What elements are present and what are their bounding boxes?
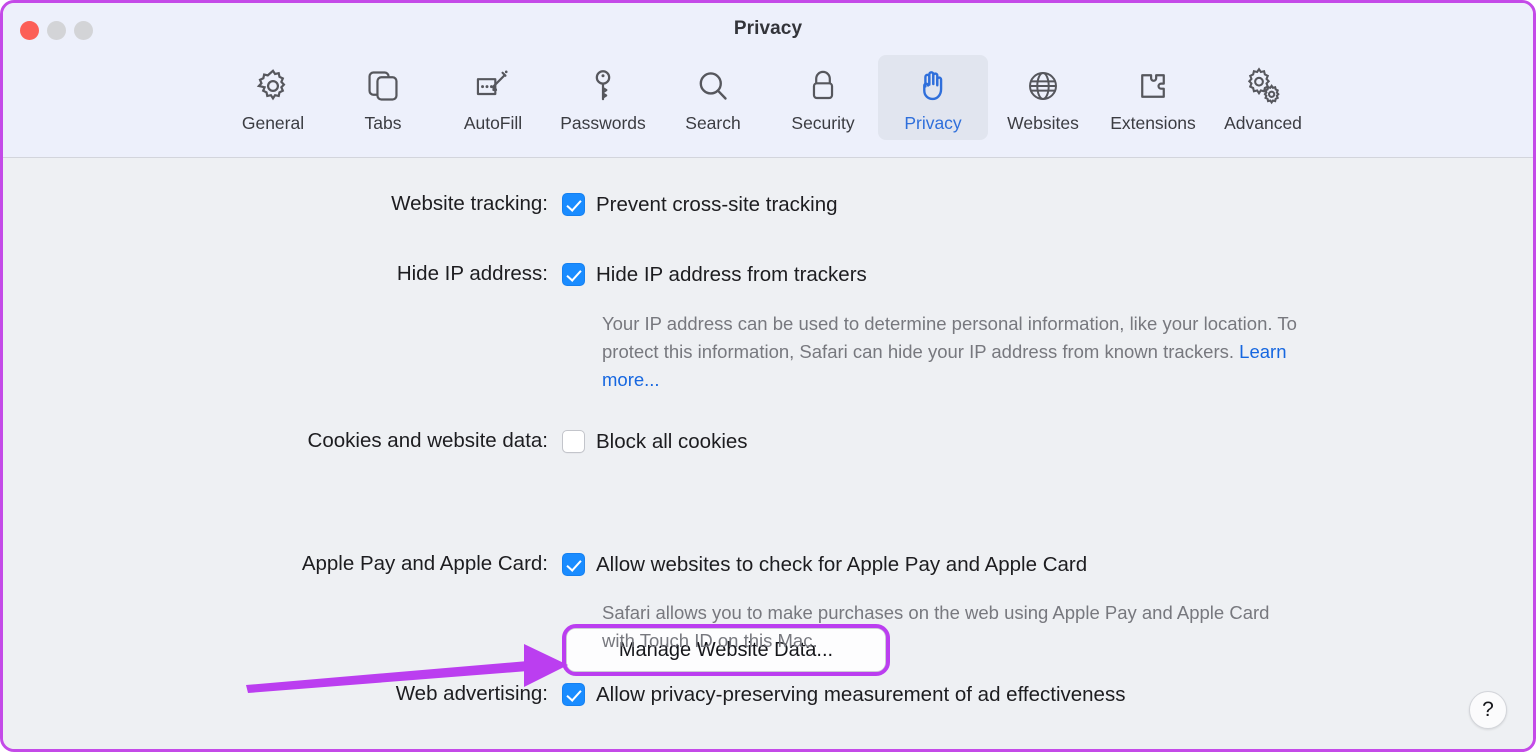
apple-pay-description: Safari allows you to make purchases on t… <box>602 602 1270 651</box>
tab-label: Advanced <box>1224 113 1302 133</box>
gear-icon <box>254 63 292 109</box>
tab-passwords[interactable]: Passwords <box>548 55 658 140</box>
tab-label: Privacy <box>904 113 962 133</box>
puzzle-icon <box>1134 63 1172 109</box>
hide-ip-label: Hide IP address: <box>396 262 548 285</box>
help-button[interactable]: ? <box>1469 691 1507 729</box>
allow-ad-measurement-checkbox[interactable] <box>562 683 585 706</box>
hide-ip-control: Hide IP address from trackers <box>562 261 867 288</box>
autofill-icon <box>473 63 513 109</box>
allow-ad-measurement-label[interactable]: Allow privacy-preserving measurement of … <box>596 681 1125 708</box>
tab-advanced[interactable]: Advanced <box>1208 55 1318 140</box>
block-all-cookies-checkbox[interactable] <box>562 430 585 453</box>
lock-icon <box>804 63 842 109</box>
tab-label: General <box>241 113 305 133</box>
allow-apple-pay-label[interactable]: Allow websites to check for Apple Pay an… <box>596 551 1087 578</box>
tab-websites[interactable]: Websites <box>988 55 1098 140</box>
website-tracking-control: Prevent cross-site tracking <box>562 191 838 218</box>
hide-ip-description: Your IP address can be used to determine… <box>602 310 1302 394</box>
hide-ip-from-trackers-label[interactable]: Hide IP address from trackers <box>596 261 867 288</box>
tab-general[interactable]: General <box>218 55 328 140</box>
setting-row-website-tracking: Website tracking: Prevent cross-site tra… <box>128 191 838 218</box>
apple-pay-label: Apple Pay and Apple Card: <box>301 552 548 575</box>
web-advertising-control: Allow privacy-preserving measurement of … <box>562 681 1125 708</box>
tab-privacy[interactable]: Privacy <box>878 55 988 140</box>
tab-label: Passwords <box>560 113 646 133</box>
apple-pay-control: Allow websites to check for Apple Pay an… <box>562 551 1087 578</box>
tab-search[interactable]: Search <box>658 55 768 140</box>
globe-icon <box>1024 63 1062 109</box>
tab-label: Tabs <box>364 113 402 133</box>
setting-row-web-advertising: Web advertising: Allow privacy-preservin… <box>128 681 1125 708</box>
tab-autofill[interactable]: AutoFill <box>438 55 548 140</box>
prevent-cross-site-tracking-label[interactable]: Prevent cross-site tracking <box>596 191 838 218</box>
key-icon <box>584 63 622 109</box>
search-icon <box>694 63 732 109</box>
preferences-toolbar: General Tabs AutoFill Passwords Search S… <box>3 55 1533 140</box>
tab-label: Security <box>791 113 855 133</box>
tab-label: Search <box>685 113 741 133</box>
tabs-icon <box>364 63 402 109</box>
tab-tabs[interactable]: Tabs <box>328 55 438 140</box>
website-tracking-label: Website tracking: <box>391 192 548 215</box>
setting-row-cookies: Cookies and website data: Block all cook… <box>128 428 748 455</box>
tab-security[interactable]: Security <box>768 55 878 140</box>
web-advertising-label: Web advertising: <box>395 682 548 705</box>
hide-ip-description-text: Your IP address can be used to determine… <box>602 313 1297 362</box>
preferences-window: Privacy General Tabs AutoFill Passwords … <box>0 0 1536 752</box>
privacy-settings-pane: Website tracking: Prevent cross-site tra… <box>3 158 1533 749</box>
tab-label: Extensions <box>1110 113 1196 133</box>
allow-apple-pay-checkbox[interactable] <box>562 553 585 576</box>
hand-icon <box>914 63 952 109</box>
hide-ip-from-trackers-checkbox[interactable] <box>562 263 585 286</box>
setting-row-hide-ip: Hide IP address: Hide IP address from tr… <box>128 261 867 288</box>
block-all-cookies-label[interactable]: Block all cookies <box>596 428 748 455</box>
cookies-label: Cookies and website data: <box>307 429 548 452</box>
tab-label: AutoFill <box>463 113 523 133</box>
cookies-control: Block all cookies <box>562 428 748 455</box>
window-titlebar: Privacy General Tabs AutoFill Passwords … <box>3 3 1533 158</box>
setting-row-apple-pay: Apple Pay and Apple Card: Allow websites… <box>128 551 1087 578</box>
tab-label: Websites <box>1007 113 1079 133</box>
prevent-cross-site-tracking-checkbox[interactable] <box>562 193 585 216</box>
window-title: Privacy <box>733 18 803 39</box>
gears-icon <box>1243 63 1283 109</box>
tab-extensions[interactable]: Extensions <box>1098 55 1208 140</box>
